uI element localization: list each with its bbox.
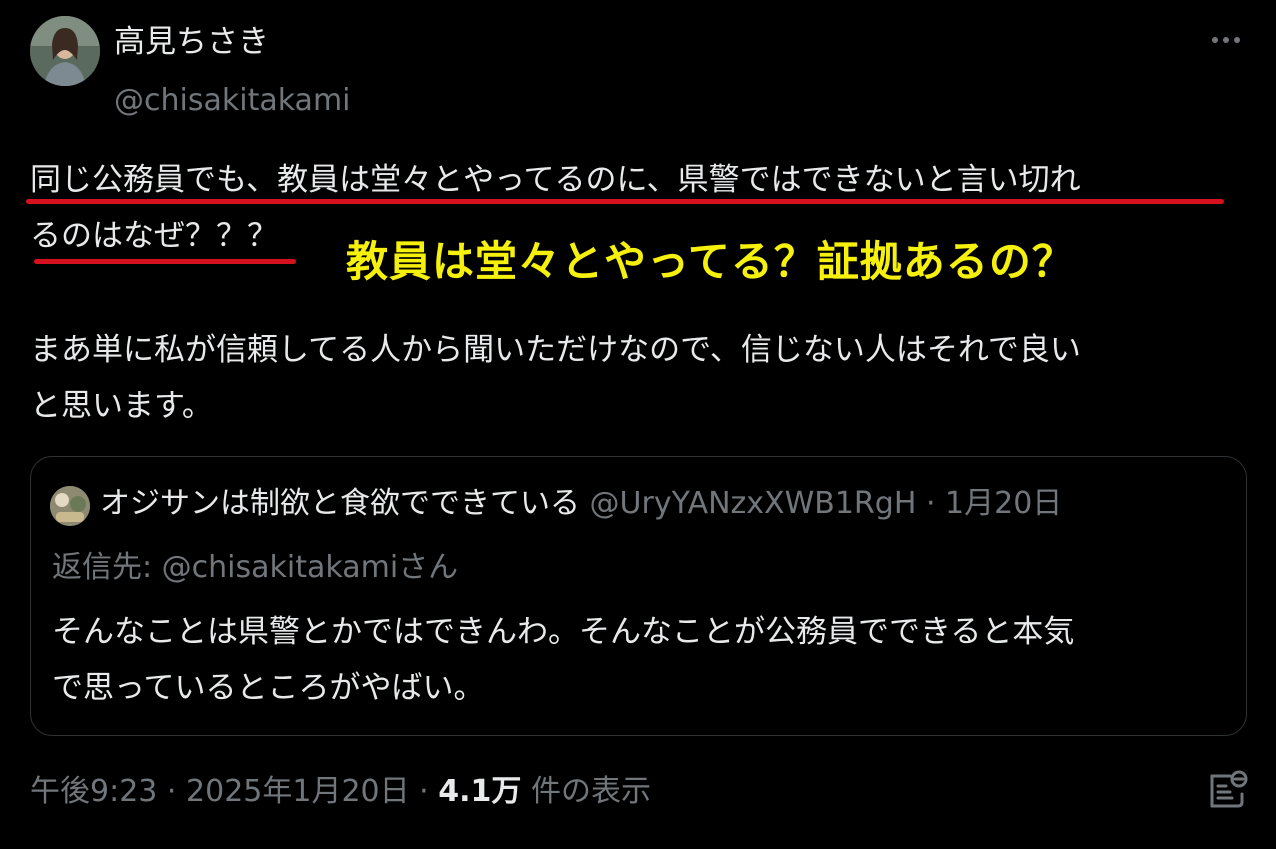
reply-to-suffix: さん [398, 550, 459, 585]
reply-to-handle[interactable]: @chisakitakami [162, 550, 399, 585]
more-dot [1234, 37, 1240, 43]
quoted-text-line-2: で思っているところがやばい。 [52, 670, 485, 706]
tweet-date[interactable]: 2025年1月20日 [186, 774, 410, 809]
analytics-icon[interactable] [1204, 768, 1250, 814]
quoted-display-name[interactable]: オジサンは制欲と食欲でできている [100, 486, 580, 521]
tweet-time[interactable]: 午後9:23 [30, 774, 157, 809]
views-count: 4.1万 [438, 774, 522, 809]
quoted-text-line-1: そんなことは県警とかではできんわ。そんなことが公務員でできると本気 [52, 614, 1075, 650]
avatar[interactable] [30, 16, 100, 86]
more-options-icon[interactable] [1206, 22, 1246, 58]
tweet-text-line-4: と思います。 [30, 388, 213, 424]
tweet-text-line-3: まあ単に私が信頼してる人から聞いただけなので、信じない人はそれで良い [30, 332, 1081, 368]
tweet-text-line-2: るのはなぜ？？？ [30, 218, 278, 254]
tweet-meta-footer: 午後9:23 · 2025年1月20日 · 4.1万 件の表示 [30, 772, 651, 812]
reply-to-line: 返信先: @chisakitakamiさん [52, 548, 458, 588]
quoted-handle[interactable]: @UryYANzxXWB1RgH [590, 486, 917, 521]
quoted-date[interactable]: 1月20日 [945, 486, 1062, 521]
more-dot [1212, 37, 1218, 43]
author-handle[interactable]: @chisakitakami [114, 82, 351, 120]
red-underline-1 [26, 199, 1224, 204]
footer-separator: · [166, 774, 177, 809]
views-label: 件の表示 [530, 774, 651, 809]
quoted-header: オジサンは制欲と食欲でできている @UryYANzxXWB1RgH · 1月20… [100, 484, 1062, 524]
author-display-name[interactable]: 高見ちさき [114, 22, 269, 62]
quoted-separator: · [925, 486, 936, 521]
more-dot [1223, 37, 1229, 43]
quoted-avatar [50, 486, 90, 526]
tweet-text-line-1: 同じ公務員でも、教員は堂々とやってるのに、県警ではできないと言い切れ [30, 162, 1081, 198]
footer-separator-2: · [419, 774, 429, 809]
yellow-annotation: 教員は堂々とやってる？証拠あるの？ [346, 237, 1075, 286]
reply-to-label: 返信先: [52, 550, 153, 585]
red-underline-2 [34, 259, 296, 264]
